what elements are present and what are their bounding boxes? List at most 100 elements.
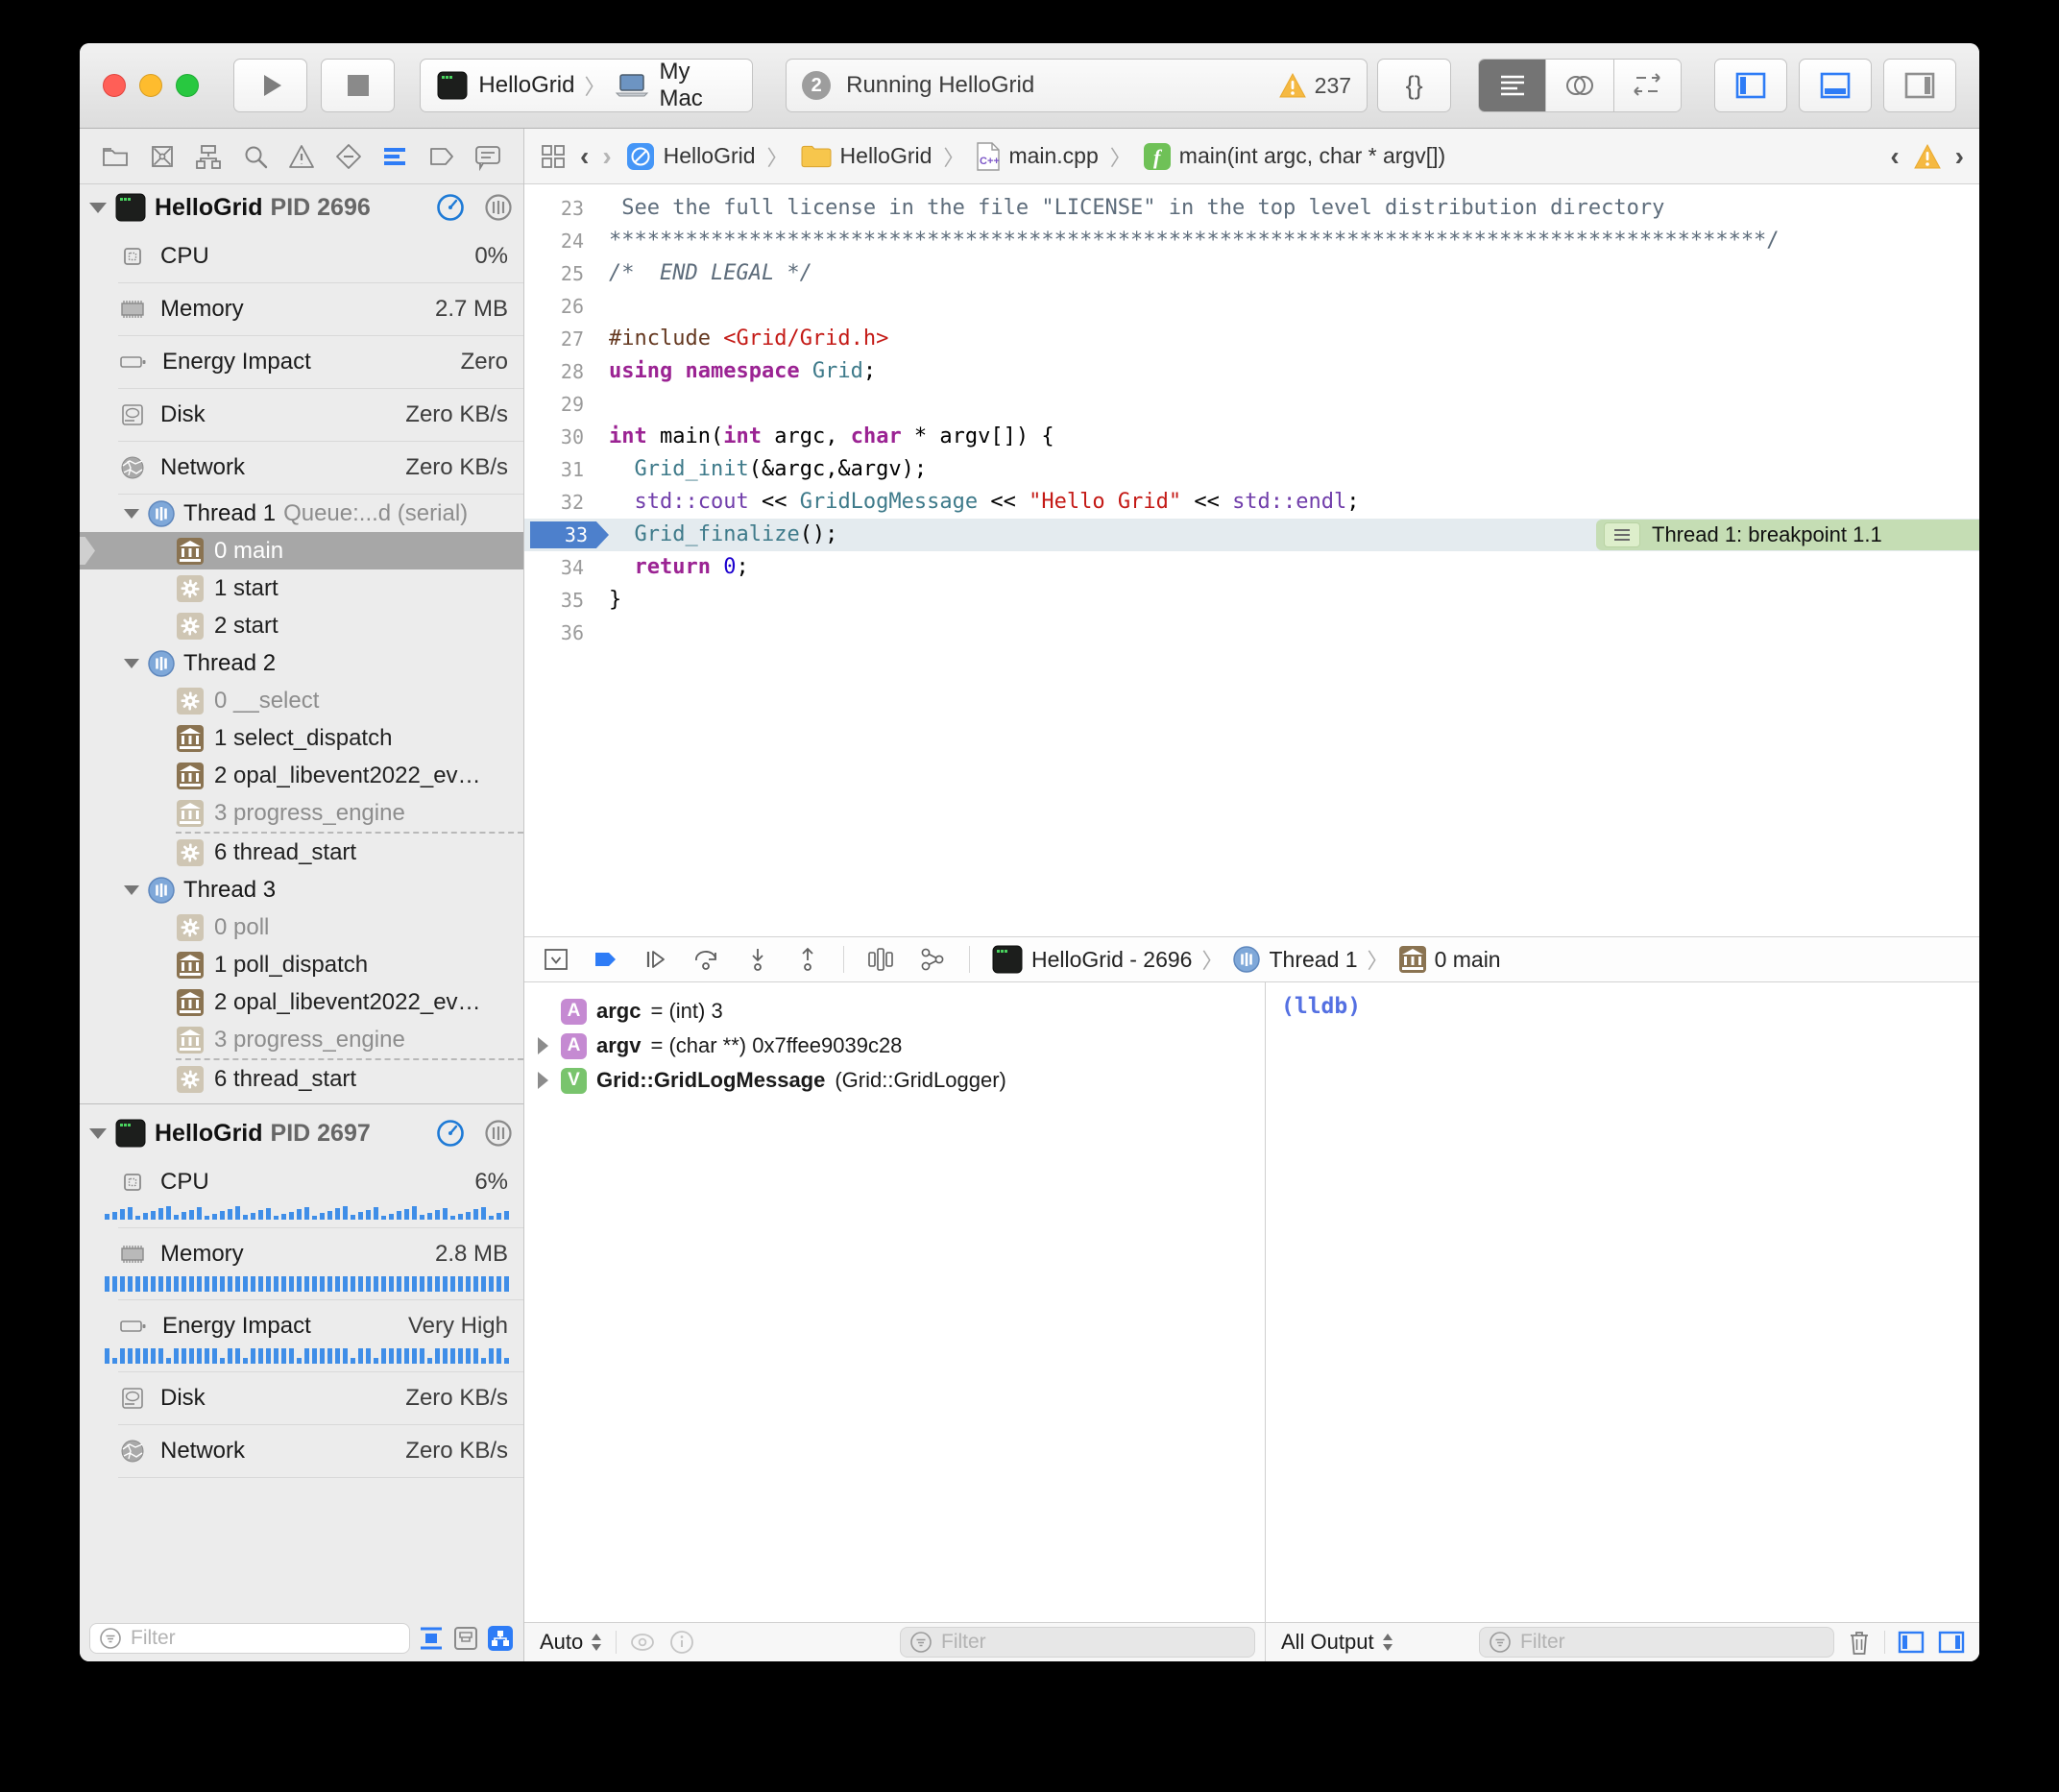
minimize-button[interactable]	[139, 74, 162, 97]
jump-bar-item[interactable]: HelloGrid	[625, 141, 756, 172]
step-into-icon[interactable]	[743, 945, 772, 974]
process-row[interactable]: HelloGrid PID 2696	[80, 184, 523, 230]
info-icon[interactable]	[668, 1629, 695, 1656]
variables-scope-selector[interactable]: Auto	[540, 1630, 604, 1655]
zoom-button[interactable]	[176, 74, 199, 97]
breakpoints-enabled-icon[interactable]	[592, 945, 620, 974]
test-navigator-icon[interactable]	[332, 140, 365, 173]
code-line[interactable]: 26	[524, 290, 1979, 323]
quicklook-eye-icon[interactable]	[628, 1631, 657, 1654]
stat-row-energy-impact[interactable]: Energy Impact Very High	[118, 1300, 523, 1372]
memory-graph-icon[interactable]	[917, 945, 948, 974]
code-line[interactable]: 31 Grid_init(&argc,&argv);	[524, 453, 1979, 486]
variable-row[interactable]: A argv = (char **) 0x7ffee9039c28	[534, 1029, 1265, 1063]
stack-frame-row[interactable]: 1 poll_dispatch	[80, 946, 523, 983]
project-navigator-icon[interactable]	[99, 140, 132, 173]
toggle-inspectors-button[interactable]	[1883, 59, 1956, 112]
variables-filter-input[interactable]	[939, 1630, 1247, 1655]
stack-frame-row[interactable]: 3 progress_engine	[80, 1021, 523, 1058]
code-line[interactable]: 36	[524, 617, 1979, 649]
version-editor-button[interactable]	[1613, 60, 1681, 111]
warning-count[interactable]: 237	[1315, 73, 1351, 99]
toggle-debug-area-button[interactable]	[1799, 59, 1872, 112]
stack-frame-row[interactable]: 0 main	[80, 532, 523, 569]
code-line[interactable]: 30int main(int argc, char * argv[]) {	[524, 421, 1979, 453]
code-line[interactable]: 32 std::cout << GridLogMessage << "Hello…	[524, 486, 1979, 519]
variables-filter-field[interactable]	[900, 1627, 1255, 1658]
issue-navigator-icon[interactable]	[285, 140, 318, 173]
toggle-variables-pane-icon[interactable]	[1897, 1629, 1926, 1656]
code-line[interactable]: 27#include <Grid/Grid.h>	[524, 323, 1979, 355]
activity-status[interactable]: 2 Running HelloGrid 237	[786, 59, 1368, 112]
code-line[interactable]: 29	[524, 388, 1979, 421]
stack-frame-row[interactable]: 0 __select	[80, 682, 523, 719]
back-button[interactable]: ‹	[580, 141, 589, 172]
code-line[interactable]: 33 Grid_finalize(); Thread 1: breakpoint…	[524, 519, 1979, 551]
step-out-icon[interactable]	[793, 945, 822, 974]
step-over-icon[interactable]	[691, 945, 722, 974]
code-line[interactable]: 24**************************************…	[524, 225, 1979, 257]
breakpoint-marker[interactable]: 33	[530, 521, 609, 548]
flag-filter-icon[interactable]	[418, 1625, 445, 1652]
performance-gauge-icon[interactable]	[435, 192, 466, 223]
code-line[interactable]: 35}	[524, 584, 1979, 617]
report-navigator-icon[interactable]	[472, 140, 504, 173]
variable-row[interactable]: V Grid::GridLogMessage (Grid::GridLogger…	[534, 1063, 1265, 1098]
thread-row[interactable]: Thread 1Queue:...d (serial)	[80, 495, 523, 532]
console-filter-field[interactable]	[1479, 1627, 1834, 1658]
next-issue-button[interactable]: ›	[1955, 141, 1964, 172]
threads-view-icon[interactable]	[483, 1118, 514, 1149]
find-navigator-icon[interactable]	[239, 140, 272, 173]
thread-row[interactable]: Thread 3	[80, 871, 523, 908]
close-button[interactable]	[103, 74, 126, 97]
previous-issue-button[interactable]: ‹	[1890, 141, 1899, 172]
toggle-navigator-button[interactable]	[1714, 59, 1787, 112]
console-view[interactable]: (lldb)	[1266, 982, 1979, 1622]
code-line[interactable]: 28using namespace Grid;	[524, 355, 1979, 388]
stack-frame-row[interactable]: 6 thread_start	[80, 834, 523, 871]
disclosure-triangle-icon[interactable]	[124, 659, 139, 668]
related-items-icon[interactable]	[540, 143, 567, 170]
processes-view-icon[interactable]	[487, 1625, 514, 1652]
disclosure-triangle-icon[interactable]	[124, 509, 139, 519]
hide-debug-area-icon[interactable]	[542, 945, 570, 974]
disclosure-triangle-icon[interactable]	[89, 203, 107, 213]
toggle-console-pane-icon[interactable]	[1937, 1629, 1966, 1656]
disclosure-triangle-icon[interactable]	[124, 885, 139, 895]
debug-breadcrumb-item[interactable]: 0 main	[1398, 945, 1501, 974]
stat-row-disk[interactable]: Disk Zero KB/s	[118, 389, 523, 442]
view-ui-hierarchy-icon[interactable]	[865, 945, 896, 974]
jump-bar-item[interactable]: HelloGrid	[800, 143, 933, 170]
assistant-editor-button[interactable]	[1545, 60, 1612, 111]
debug-breadcrumb-item[interactable]: HelloGrid - 2696	[991, 943, 1192, 976]
debug-navigator-icon[interactable]	[378, 140, 411, 173]
disclosure-triangle-icon[interactable]	[538, 1037, 548, 1054]
performance-gauge-icon[interactable]	[435, 1118, 466, 1149]
stat-row-memory[interactable]: Memory 2.8 MB	[118, 1228, 523, 1300]
stop-button[interactable]	[321, 59, 395, 112]
standard-editor-button[interactable]	[1479, 60, 1545, 111]
stack-frame-row[interactable]: 2 start	[80, 607, 523, 644]
line-number[interactable]: 33	[524, 519, 609, 551]
forward-button[interactable]: ›	[602, 141, 611, 172]
source-control-navigator-icon[interactable]	[146, 140, 179, 173]
thread-row[interactable]: Thread 2	[80, 644, 523, 682]
jump-bar-item[interactable]: C++ main.cpp	[976, 141, 1098, 172]
continue-icon[interactable]	[642, 945, 670, 974]
threads-view-icon[interactable]	[483, 192, 514, 223]
stack-frame-row[interactable]: 1 start	[80, 569, 523, 607]
navigator-filter-input[interactable]	[129, 1626, 401, 1651]
code-snippet-button[interactable]: {}	[1377, 59, 1451, 112]
issue-warning-icon[interactable]	[1913, 143, 1942, 170]
debug-breadcrumb-item[interactable]: Thread 1	[1232, 945, 1357, 974]
stat-row-memory[interactable]: Memory 2.7 MB	[118, 283, 523, 336]
stack-frame-row[interactable]: 1 select_dispatch	[80, 719, 523, 757]
stack-frame-row[interactable]: 2 opal_libevent2022_ev…	[80, 983, 523, 1021]
jump-bar-item[interactable]: f main(int argc, char * argv[])	[1143, 142, 1445, 171]
symbol-navigator-icon[interactable]	[192, 140, 225, 173]
scheme-selector[interactable]: HelloGrid 〉 My Mac	[420, 59, 753, 112]
code-line[interactable]: 25/* END LEGAL */	[524, 257, 1979, 290]
console-filter-input[interactable]	[1518, 1630, 1826, 1655]
disclosure-triangle-icon[interactable]	[89, 1128, 107, 1139]
code-line[interactable]: 23 See the full license in the file "LIC…	[524, 192, 1979, 225]
